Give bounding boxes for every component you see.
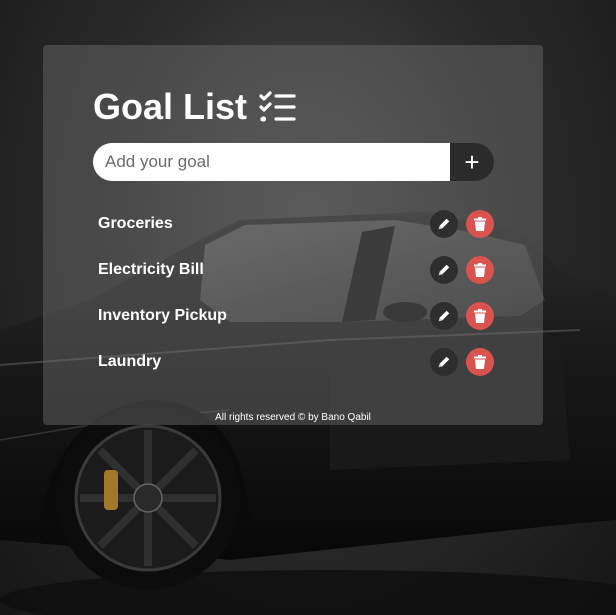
delete-button[interactable] [466,256,494,284]
goal-input[interactable] [93,143,450,181]
add-goal-form: + [93,143,494,181]
add-button-label: + [464,147,480,177]
goal-label: Inventory Pickup [98,307,227,324]
edit-button[interactable] [430,256,458,284]
goal-label: Groceries [98,215,173,232]
edit-button[interactable] [430,210,458,238]
add-goal-button[interactable]: + [450,143,494,181]
delete-button[interactable] [466,348,494,376]
goal-label: Electricity Bill [98,261,204,278]
list-item: Groceries [98,201,494,247]
goal-list: Groceries Electricity Bill Inventory Pic… [98,201,494,385]
footer-text: All rights reserved © by Bano Qabil [215,412,371,423]
title-row: Goal List [93,85,297,129]
pencil-icon [438,264,450,276]
pencil-icon [438,356,450,368]
edit-button[interactable] [430,302,458,330]
edit-button[interactable] [430,348,458,376]
goal-actions [430,348,494,376]
goal-actions [430,210,494,238]
pencil-icon [438,218,450,230]
goal-label: Laundry [98,353,162,370]
list-item: Electricity Bill [98,247,494,293]
delete-button[interactable] [466,210,494,238]
list-item: Laundry [98,339,494,385]
list-item: Inventory Pickup [98,293,494,339]
goal-actions [430,256,494,284]
pencil-icon [438,310,450,322]
trash-icon [474,217,486,231]
trash-icon [474,355,486,369]
goal-actions [430,302,494,330]
goal-card: Goal List + Groceries [43,45,543,425]
delete-button[interactable] [466,302,494,330]
checklist-icon [259,90,297,124]
trash-icon [474,309,486,323]
page-title: Goal List [93,86,248,127]
trash-icon [474,263,486,277]
